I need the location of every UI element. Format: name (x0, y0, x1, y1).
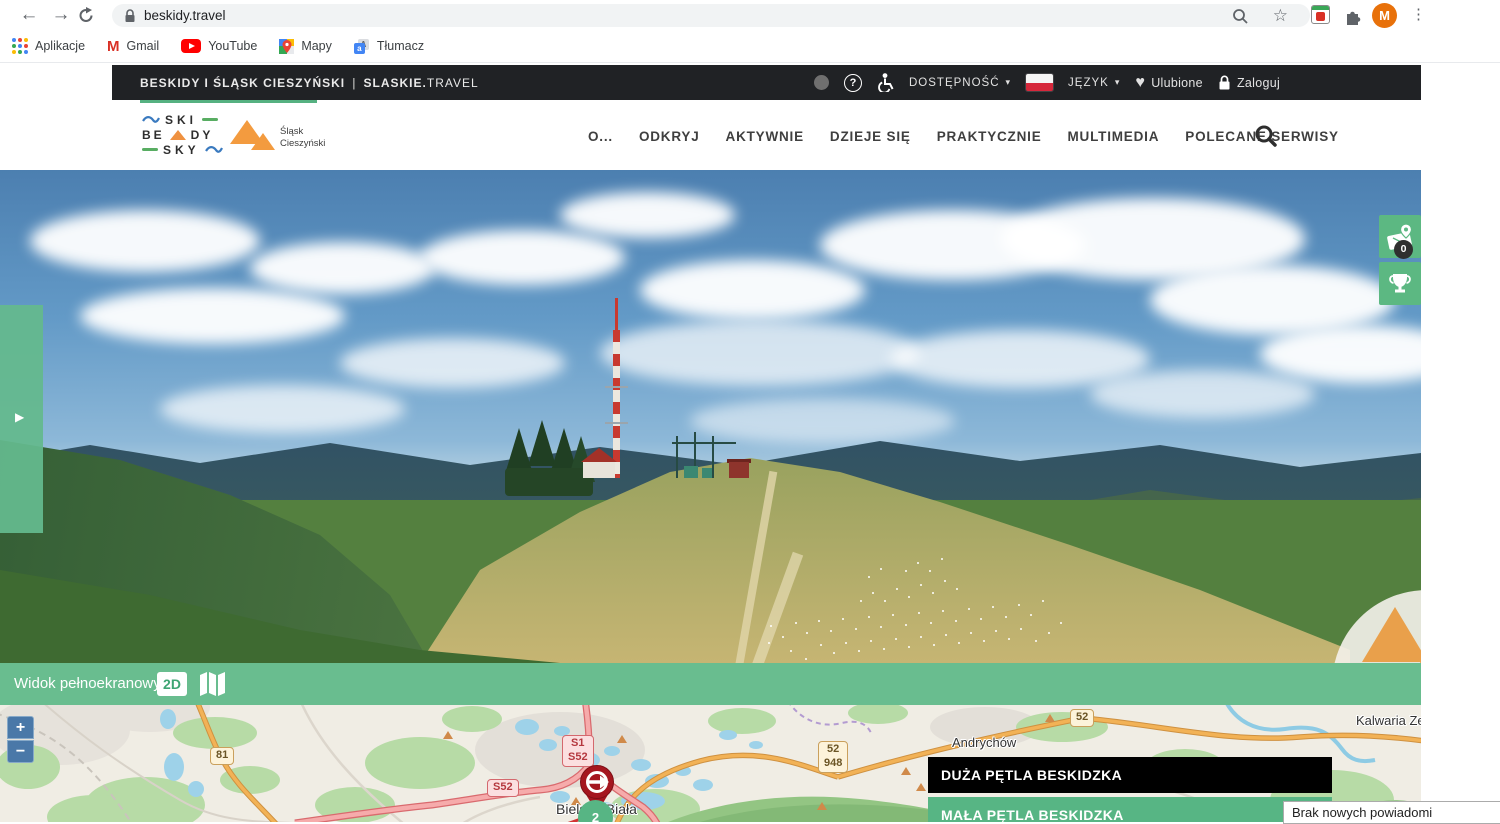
nav-item-multimedia[interactable]: MULTIMEDIA (1068, 129, 1160, 144)
bookmark-label: Aplikacje (35, 39, 85, 53)
fullscreen-label: Widok pełnoekranowy: (14, 663, 165, 705)
bookmark-youtube[interactable]: YouTube (181, 39, 257, 53)
site-topbar: BESKIDY I ŚLĄSK CIESZYŃSKI | SLASKIE.TRA… (112, 65, 1421, 100)
map-zoom-in-button[interactable]: + (7, 716, 34, 739)
mountain-icon (251, 133, 275, 150)
city-label-kalwaria: Kalwaria Ze (1356, 713, 1421, 728)
route-duza-petla[interactable]: DUŻA PĘTLA BESKIDZKA (928, 757, 1332, 793)
bookmark-star-icon[interactable]: ☆ (1273, 4, 1288, 27)
sheep-flock (0, 170, 2, 172)
map-zoom-out-button[interactable]: − (7, 740, 34, 763)
road-shield-s52: S52 (487, 779, 519, 797)
chevron-down-icon: ▾ (1006, 77, 1012, 88)
profile-avatar[interactable]: M (1372, 3, 1397, 28)
forward-icon[interactable]: → (48, 0, 74, 30)
bookmark-translate[interactable]: A a Tłumacz (354, 39, 424, 54)
map-tools-badge: 0 (1394, 240, 1413, 259)
lock-icon (1218, 75, 1231, 90)
back-icon[interactable]: ← (16, 0, 42, 30)
antenna-tip (615, 298, 618, 334)
red-hut (729, 462, 749, 478)
browser-toolbar: ← → beskidy.travel ☆ M ⋮ (0, 0, 1500, 30)
house (583, 462, 615, 478)
address-bar[interactable]: beskidy.travel ☆ (112, 4, 1310, 27)
poland-flag-icon[interactable] (1026, 74, 1053, 91)
power-lines (672, 442, 736, 444)
login-link[interactable]: Zaloguj (1218, 75, 1280, 90)
refresh-icon[interactable] (78, 7, 95, 24)
zoom-icon[interactable] (1232, 8, 1248, 24)
road-shield-s1-s52: S1 S52 (562, 735, 594, 767)
active-tab-underline (140, 100, 317, 103)
bookmark-label: Tłumacz (377, 39, 424, 53)
tree-base (505, 468, 593, 496)
road-shield-52-948: 52 948 (818, 741, 848, 773)
nav-item-odkryj[interactable]: ODKRYJ (639, 129, 700, 144)
side-panel-toggle[interactable]: ▶ (0, 305, 43, 533)
wave-mark (142, 115, 160, 124)
bookmark-apps[interactable]: Aplikacje (12, 38, 85, 54)
contrast-icon[interactable] (814, 75, 829, 90)
bookmark-gmail[interactable]: M Gmail (107, 38, 159, 55)
wheelchair-icon[interactable] (877, 73, 894, 92)
extension-icon[interactable] (1311, 5, 1330, 24)
gmail-icon: M (107, 38, 120, 55)
browser-menu-icon[interactable]: ⋮ (1411, 0, 1426, 30)
bookmarks-bar: Aplikacje M Gmail YouTube Mapy A a Tłuma… (0, 30, 1500, 63)
lock-icon (124, 9, 136, 23)
help-icon[interactable]: ? (844, 74, 862, 92)
expand-arrow-icon: ▶ (15, 410, 24, 424)
trophy-icon (1387, 271, 1413, 297)
maps-icon (279, 39, 294, 54)
city-label-andrychow: Andrychów (952, 735, 1016, 750)
extensions-puzzle-icon[interactable] (1344, 6, 1363, 25)
fullscreen-toolbar: Widok pełnoekranowy: 2D (0, 663, 1421, 705)
youtube-icon (181, 39, 201, 53)
bookmark-label: Gmail (127, 39, 160, 53)
nav-item-o[interactable]: O... (588, 129, 613, 144)
road-shield-52: 52 (1070, 709, 1094, 727)
heart-icon: ♥ (1135, 74, 1145, 92)
map-view-button[interactable] (198, 672, 230, 696)
nav-item-praktycznie[interactable]: PRAKTYCZNIE (937, 129, 1042, 144)
route-mala-petla[interactable]: MAŁA PĘTLA BESKIDZKA (928, 797, 1332, 822)
dash-mark (142, 148, 158, 151)
chevron-down-icon: ▾ (1115, 77, 1121, 88)
bookmark-maps[interactable]: Mapy (279, 39, 332, 54)
wave-mark (205, 145, 223, 154)
notification-tooltip: Brak nowych powiadomi (1283, 801, 1500, 824)
mountain-mark (170, 130, 186, 140)
language-menu[interactable]: JĘZYK▾ (1068, 77, 1120, 89)
road-shield-81: 81 (210, 747, 234, 765)
dash-mark (202, 118, 218, 121)
ski-beskidy-logo[interactable]: SKI BE DY SKY (142, 112, 223, 157)
hero-image: ▶ 0 (0, 170, 1421, 663)
map-section: + − 81 S1 S52 S52 52 948 52 Bielsko-Biał… (0, 705, 1421, 822)
house-roof (581, 448, 617, 462)
bookmark-label: YouTube (208, 39, 257, 53)
brand-link[interactable]: SLASKIE.TRAVEL (364, 76, 479, 90)
main-nav: O... ODKRYJ AKTYWNIE DZIEJE SIĘ PRAKTYCZ… (588, 122, 1339, 150)
view-2d-button[interactable]: 2D (157, 672, 187, 696)
trophy-button[interactable] (1379, 262, 1421, 305)
nav-item-dzieje-sie[interactable]: DZIEJE SIĘ (830, 129, 911, 144)
translate-icon: A a (354, 39, 370, 54)
bookmark-label: Mapy (301, 39, 332, 53)
nav-item-aktywnie[interactable]: AKTYWNIE (726, 129, 804, 144)
slask-cieszynski-logo[interactable]: Śląsk Cieszyński (230, 114, 320, 160)
accessibility-menu[interactable]: DOSTĘPNOŚĆ▾ (909, 77, 1011, 89)
apps-grid-icon (12, 38, 28, 54)
site-title: BESKIDY I ŚLĄSK CIESZYŃSKI (140, 76, 345, 90)
url-text[interactable]: beskidy.travel (144, 4, 226, 27)
favorites-link[interactable]: ♥Ulubione (1135, 74, 1203, 92)
search-icon[interactable] (1254, 124, 1278, 148)
